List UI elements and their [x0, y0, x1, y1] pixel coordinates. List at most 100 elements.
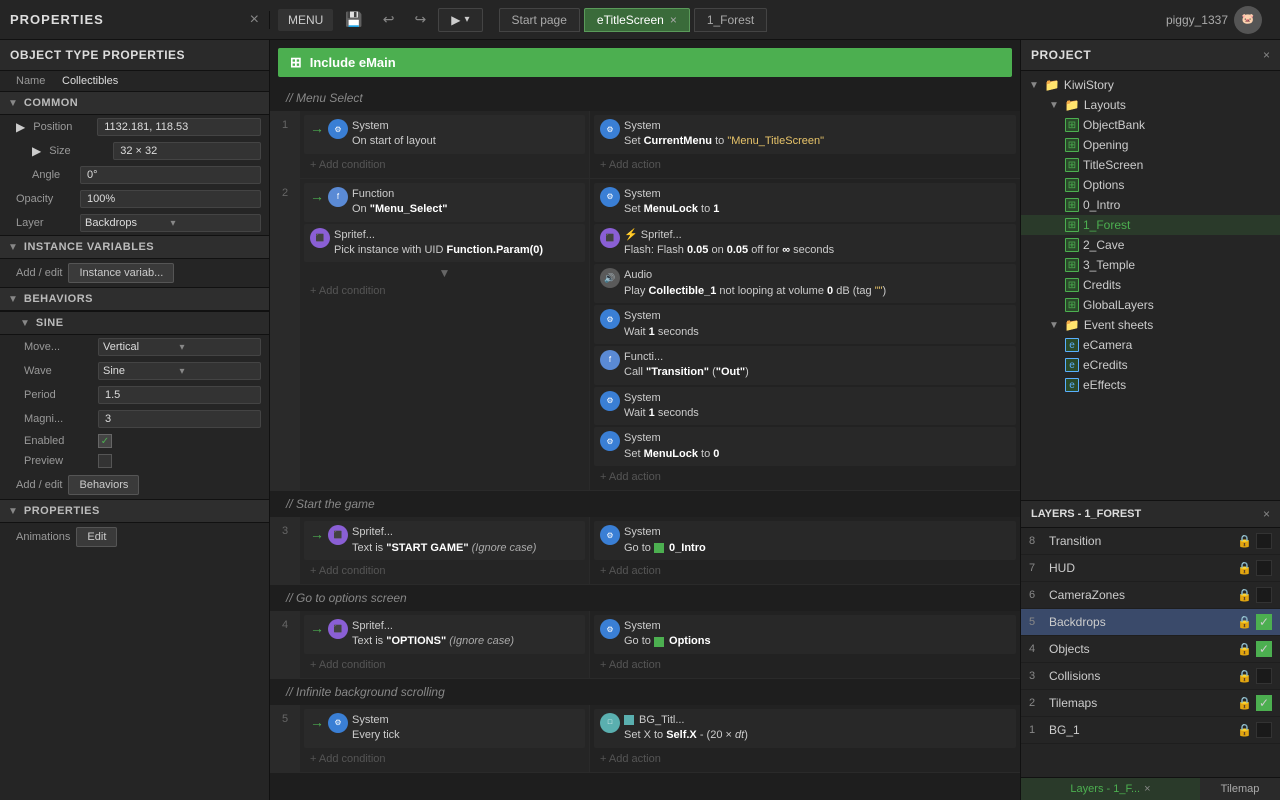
- tree-3temple[interactable]: ⊞ 3_Temple: [1021, 255, 1280, 275]
- tree-titlescreen[interactable]: ⊞ TitleScreen: [1021, 155, 1280, 175]
- action-flash[interactable]: ⬛ ⚡ Spritef...Flash: Flash 0.05 on 0.05 …: [594, 224, 1016, 263]
- tree-eeffects[interactable]: e eEffects: [1021, 375, 1280, 395]
- condition-options[interactable]: → ⬛ Spritef...Text is "OPTIONS" (Ignore …: [304, 615, 585, 654]
- condition-start-game[interactable]: → ⬛ Spritef...Text is "START GAME" (Igno…: [304, 521, 585, 560]
- layers-tab[interactable]: Layers - 1_F... ×: [1021, 778, 1200, 800]
- add-condition-2[interactable]: + Add condition: [304, 282, 585, 300]
- tree-globallayers[interactable]: ⊞ GlobalLayers: [1021, 295, 1280, 315]
- layer-row-objects[interactable]: 4 Objects 🔒 ✓: [1021, 636, 1280, 663]
- add-condition-5[interactable]: + Add condition: [304, 750, 585, 768]
- tree-0intro[interactable]: ⊞ 0_Intro: [1021, 195, 1280, 215]
- save-button[interactable]: 💾: [337, 7, 370, 32]
- titlescreen-file-icon: ⊞: [1065, 158, 1079, 172]
- tree-2cave[interactable]: ⊞ 2_Cave: [1021, 235, 1280, 255]
- action-menulock0[interactable]: ⚙ SystemSet MenuLock to 0: [594, 427, 1016, 466]
- tab-1forest[interactable]: 1_Forest: [694, 8, 767, 32]
- instance-btn[interactable]: Instance variab...: [68, 263, 174, 283]
- magni-val[interactable]: 3: [98, 410, 261, 428]
- play-button[interactable]: ▶ ▾: [438, 8, 482, 32]
- action-audio[interactable]: 🔊 AudioPlay Collectible_1 not looping at…: [594, 264, 1016, 303]
- layer-vis-8[interactable]: [1256, 533, 1272, 549]
- common-section[interactable]: ▼ COMMON: [0, 91, 269, 115]
- add-action-5[interactable]: + Add action: [594, 750, 1016, 768]
- undo-button[interactable]: ↩: [375, 7, 403, 32]
- layer-row-collisions[interactable]: 3 Collisions 🔒: [1021, 663, 1280, 690]
- period-val[interactable]: 1.5: [98, 386, 261, 404]
- layer-name-objects: Objects: [1049, 642, 1237, 656]
- condition-item[interactable]: → ⚙ SystemOn start of layout: [304, 115, 585, 154]
- condition-sprite[interactable]: ⬛ Spritef...Pick instance with UID Funct…: [304, 224, 585, 263]
- layer-row-hud[interactable]: 7 HUD 🔒: [1021, 555, 1280, 582]
- layer-vis-7[interactable]: [1256, 560, 1272, 576]
- add-action-4[interactable]: + Add action: [594, 656, 1016, 674]
- layer-vis-2[interactable]: ✓: [1256, 695, 1272, 711]
- layer-dropdown[interactable]: Backdrops ▾: [80, 214, 261, 232]
- add-action-3[interactable]: + Add action: [594, 562, 1016, 580]
- layer-vis-5[interactable]: ✓: [1256, 614, 1272, 630]
- behaviors-btn[interactable]: Behaviors: [68, 475, 139, 495]
- layer-lock-7: 🔒: [1237, 561, 1252, 575]
- tree-credits[interactable]: ⊞ Credits: [1021, 275, 1280, 295]
- condition-every-tick[interactable]: → ⚙ SystemEvery tick: [304, 709, 585, 748]
- action-goto-options[interactable]: ⚙ SystemGo to Options: [594, 615, 1016, 654]
- layer-vis-1[interactable]: [1256, 722, 1272, 738]
- layer-row-bg1[interactable]: 1 BG_1 🔒: [1021, 717, 1280, 744]
- action-goto-intro[interactable]: ⚙ SystemGo to 0_Intro: [594, 521, 1016, 560]
- action-menulock1[interactable]: ⚙ SystemSet MenuLock to 1: [594, 183, 1016, 222]
- move-dropdown[interactable]: Vertical ▾: [98, 338, 261, 356]
- tab-start-page[interactable]: Start page: [499, 8, 580, 32]
- tree-opening[interactable]: ⊞ Opening: [1021, 135, 1280, 155]
- tree-layouts-folder[interactable]: ▼ 📁 Layouts: [1021, 95, 1280, 115]
- layer-vis-6[interactable]: [1256, 587, 1272, 603]
- preview-checkbox[interactable]: [98, 454, 112, 468]
- add-action-2[interactable]: + Add action: [594, 468, 1016, 486]
- props-section[interactable]: ▼ PROPERTIES: [0, 499, 269, 523]
- opacity-val[interactable]: 100%: [80, 190, 261, 208]
- redo-button[interactable]: ↪: [407, 7, 435, 32]
- animations-btn[interactable]: Edit: [76, 527, 117, 547]
- layers-close[interactable]: ×: [1263, 507, 1270, 521]
- position-val[interactable]: 1132.181, 118.53: [97, 118, 261, 136]
- layer-name-backdrops: Backdrops: [1049, 615, 1237, 629]
- tree-ecamera[interactable]: e eCamera: [1021, 335, 1280, 355]
- angle-val[interactable]: 0°: [80, 166, 261, 184]
- add-condition-4[interactable]: + Add condition: [304, 656, 585, 674]
- add-condition-3[interactable]: + Add condition: [304, 562, 585, 580]
- action-wait1[interactable]: ⚙ SystemWait 1 seconds: [594, 305, 1016, 344]
- tree-root[interactable]: ▼ 📁 KiwiStory: [1021, 75, 1280, 95]
- tree-options[interactable]: ⊞ Options: [1021, 175, 1280, 195]
- tree-1forest[interactable]: ⊞ 1_Forest: [1021, 215, 1280, 235]
- action-bg-scroll[interactable]: □ BG_Titl...Set X to Self.X - (20 × dt): [594, 709, 1016, 748]
- layer-row-camerazones[interactable]: 6 CameraZones 🔒: [1021, 582, 1280, 609]
- layer-row-tilemaps[interactable]: 2 Tilemaps 🔒 ✓: [1021, 690, 1280, 717]
- tilemap-tab[interactable]: Tilemap: [1200, 778, 1280, 800]
- action-wait2[interactable]: ⚙ SystemWait 1 seconds: [594, 387, 1016, 426]
- tab-etitlescreen[interactable]: eTitleScreen×: [584, 8, 690, 32]
- layer-row-backdrops[interactable]: 5 Backdrops 🔒 ✓: [1021, 609, 1280, 636]
- condition-func[interactable]: → f FunctionOn "Menu_Select": [304, 183, 585, 222]
- size-val[interactable]: 32 × 32: [113, 142, 261, 160]
- project-close[interactable]: ×: [1263, 48, 1270, 62]
- add-action-1[interactable]: + Add action: [594, 156, 1016, 174]
- action-item[interactable]: ⚙ SystemSet CurrentMenu to "Menu_TitleSc…: [594, 115, 1016, 154]
- layers-tab-close[interactable]: ×: [1144, 783, 1150, 795]
- action-transition[interactable]: f Functi...Call "Transition" ("Out"): [594, 346, 1016, 385]
- ecamera-icon: e: [1065, 338, 1079, 352]
- position-key: Position: [33, 121, 93, 133]
- expand-arrow[interactable]: ▼: [439, 266, 451, 280]
- sine-section[interactable]: ▼ SINE: [0, 311, 269, 335]
- topbar-close[interactable]: ×: [250, 11, 259, 29]
- tree-event-sheets-folder[interactable]: ▼ 📁 Event sheets: [1021, 315, 1280, 335]
- behaviors-section[interactable]: ▼ BEHAVIORS: [0, 287, 269, 311]
- menu-button[interactable]: MENU: [278, 9, 333, 31]
- layer-vis-4[interactable]: ✓: [1256, 641, 1272, 657]
- add-condition-1[interactable]: + Add condition: [304, 156, 585, 174]
- tree-objectbank[interactable]: ⊞ ObjectBank: [1021, 115, 1280, 135]
- enabled-checkbox[interactable]: ✓: [98, 434, 112, 448]
- main-layout: OBJECT TYPE PROPERTIES Name Collectibles…: [0, 40, 1280, 800]
- wave-dropdown[interactable]: Sine ▾: [98, 362, 261, 380]
- layer-row-transition[interactable]: 8 Transition 🔒: [1021, 528, 1280, 555]
- tree-ecredits[interactable]: e eCredits: [1021, 355, 1280, 375]
- instance-vars-section[interactable]: ▼ INSTANCE VARIABLES: [0, 235, 269, 259]
- layer-vis-3[interactable]: [1256, 668, 1272, 684]
